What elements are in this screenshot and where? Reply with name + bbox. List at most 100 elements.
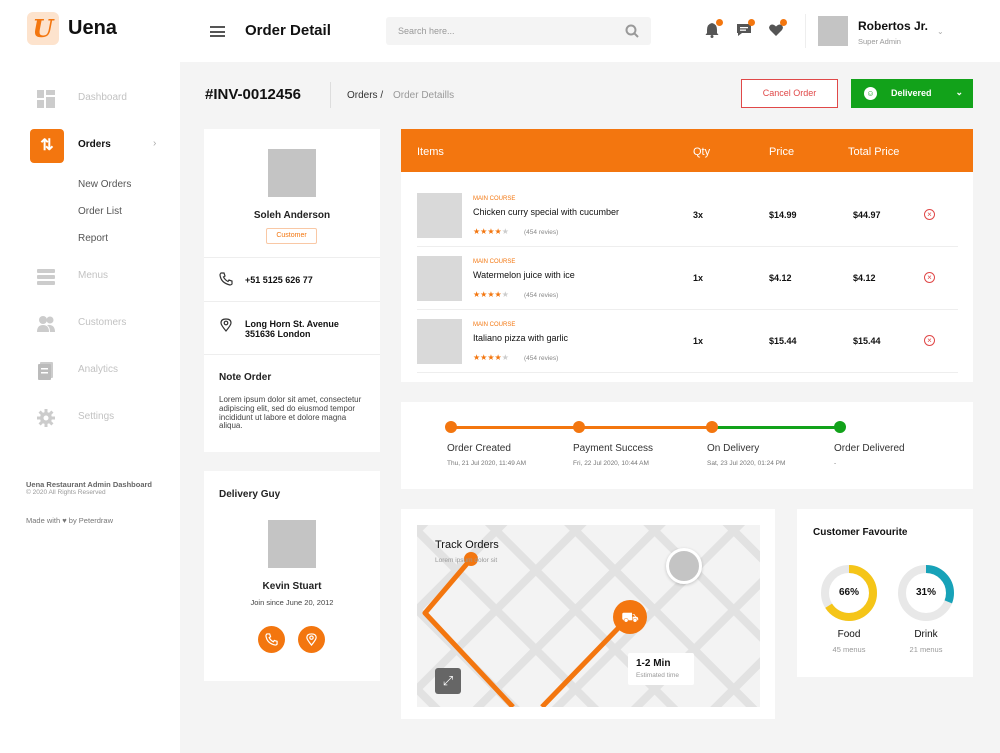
footer-title: Uena Restaurant Admin Dashboard (26, 480, 152, 489)
timeline-dot (573, 421, 585, 433)
call-button[interactable] (258, 626, 285, 653)
customer-name: Soleh Anderson (253, 210, 331, 221)
avatar[interactable] (818, 16, 848, 46)
phone-icon (219, 272, 233, 286)
sidebar-item-label: Settings (78, 411, 115, 422)
notification-dot (748, 19, 755, 26)
sidebar-subitem-new-orders[interactable]: New Orders (78, 179, 131, 190)
remove-item-icon[interactable]: × (924, 209, 935, 220)
chevron-down-icon[interactable]: ⌄ (937, 27, 944, 36)
user-name: Robertos Jr. (858, 19, 929, 33)
delivery-card (204, 471, 380, 681)
expand-icon[interactable]: ⤢ (435, 668, 461, 694)
delivery-name: Kevin Stuart (262, 581, 322, 592)
sidebar-item-menus[interactable]: Menus (0, 258, 180, 296)
notification-dot (780, 19, 787, 26)
footer-made-by: Made with ♥ by Peterdraw (26, 516, 113, 525)
menu-icon[interactable] (210, 26, 225, 37)
search-input[interactable]: Search here... (386, 17, 651, 45)
track-title: Track Orders (435, 539, 499, 551)
sidebar-item-orders[interactable]: ⇅ Orders › (0, 127, 180, 165)
cancel-order-button[interactable]: Cancel Order (741, 79, 838, 108)
item-image (417, 193, 462, 238)
sidebar-subitem-order-list[interactable]: Order List (78, 206, 122, 217)
sidebar-item-label: Customers (78, 317, 127, 328)
sidebar-item-dashboard[interactable]: Dashboard (0, 80, 180, 118)
rating-stars: ★★★★★ (473, 353, 509, 362)
col-price: Price (769, 146, 795, 158)
sidebar-item-settings[interactable]: Settings (0, 399, 180, 437)
app-name: Uena (68, 17, 117, 39)
sidebar-item-customers[interactable]: Customers (0, 305, 180, 343)
note-title: Note Order (219, 372, 272, 383)
document-icon (38, 362, 53, 380)
item-category: MAIN COURSE (473, 259, 516, 265)
divider (417, 372, 958, 373)
map-graphic (417, 525, 760, 707)
customer-photo (268, 149, 316, 197)
timeline-dot (834, 421, 846, 433)
heart-icon[interactable] (768, 19, 787, 38)
location-pin-icon (306, 633, 317, 646)
customer-badge: Customer (266, 228, 317, 244)
drink-label: Drink (914, 629, 938, 640)
map[interactable] (417, 525, 760, 707)
table-row: MAIN COURSE Watermelon juice with ice ★★… (401, 246, 973, 308)
divider (204, 257, 380, 258)
chevron-down-icon: ⌄ (955, 87, 963, 97)
item-qty: 1x (693, 273, 704, 283)
breadcrumb-orders[interactable]: Orders / (347, 90, 383, 101)
delivery-photo (268, 520, 316, 568)
divider (204, 301, 380, 302)
eta-label: Estimated time (636, 672, 679, 679)
customer-address-line2: 351636 London (245, 329, 311, 339)
drink-percent: 31% (915, 587, 936, 598)
users-icon (37, 316, 55, 332)
remove-item-icon[interactable]: × (924, 335, 935, 346)
favourite-title: Customer Favourite (813, 527, 908, 538)
timeline-line-final (712, 426, 840, 429)
sidebar-item-label: Menus (78, 270, 109, 281)
divider (204, 354, 380, 355)
item-image (417, 319, 462, 364)
item-qty: 1x (693, 336, 704, 346)
search-placeholder: Search here... (398, 26, 455, 36)
timeline-step-date: Thu, 21 Jul 2020, 11:49 AM (447, 460, 527, 467)
locate-button[interactable] (298, 626, 325, 653)
item-reviews: (454 revies) (524, 229, 559, 236)
food-label: Food (837, 629, 861, 640)
chevron-right-icon: › (153, 138, 157, 149)
phone-icon (265, 633, 278, 646)
timeline-dot (445, 421, 457, 433)
status-dropdown[interactable]: ☺ Delivered ⌄ (851, 79, 973, 108)
gear-icon (37, 409, 55, 427)
bell-icon[interactable] (704, 19, 723, 38)
breadcrumb-current: Order Detaills (393, 90, 455, 101)
footer-copyright: © 2020 All Rights Reserved (26, 489, 106, 496)
col-qty: Qty (693, 146, 711, 158)
item-total: $15.44 (853, 336, 881, 346)
swap-vertical-icon: ⇅ (30, 129, 64, 163)
chat-icon[interactable] (736, 19, 755, 38)
remove-item-icon[interactable]: × (924, 272, 935, 283)
item-price: $4.12 (769, 273, 792, 283)
item-reviews: (454 revies) (524, 355, 559, 362)
delivery-truck-icon: ⛟ (613, 600, 647, 634)
sidebar-item-analytics[interactable]: Analytics (0, 352, 180, 390)
drink-sub: 21 menus (909, 645, 943, 654)
customer-phone: +51 5125 626 77 (245, 275, 313, 285)
avatar (666, 548, 702, 584)
table-row: MAIN COURSE Chicken curry special with c… (401, 183, 973, 245)
location-pin-icon (220, 318, 232, 332)
item-reviews: (454 revies) (524, 292, 559, 299)
timeline-step-date: Fri, 22 Jul 2020, 10:44 AM (573, 460, 649, 467)
search-icon[interactable] (625, 24, 639, 38)
timeline-step-label: Order Delivered (834, 443, 905, 454)
timeline-step-label: On Delivery (707, 443, 760, 454)
eta-box: 1-2 Min Estimated time (628, 653, 694, 685)
sidebar-subitem-report[interactable]: Report (78, 233, 108, 244)
item-name: Watermelon juice with ice (473, 270, 575, 280)
track-subtitle: Lorem ipsum dolor sit (435, 557, 498, 564)
delivered-icon: ☺ (864, 87, 877, 100)
col-total: Total Price (848, 146, 900, 158)
